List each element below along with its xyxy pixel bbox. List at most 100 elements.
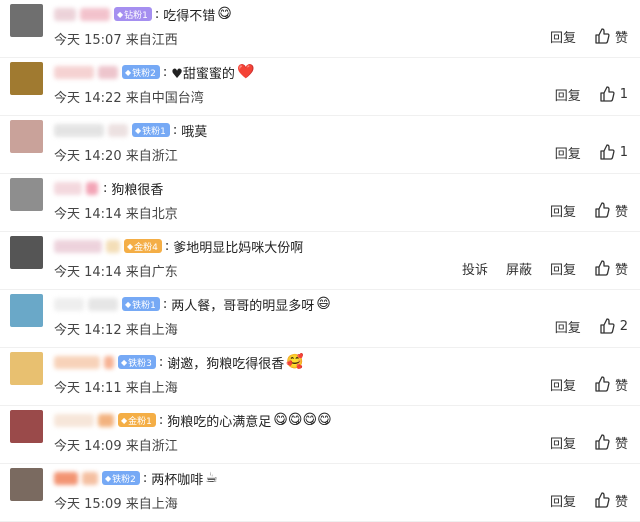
fan-badge[interactable]: ◆ 金粉4	[124, 239, 162, 253]
like-button[interactable]: 2	[599, 318, 628, 334]
comment-item: ◆ 金粉4 : 爹地明显比妈咪大份啊 今天 14:14 来自广东 投诉 屏蔽 回复 …	[0, 232, 640, 290]
thumbs-up-icon	[595, 28, 610, 44]
fan-badge[interactable]: ◆ 铁粉3	[118, 355, 156, 369]
timestamp: 今天 14:20	[54, 149, 122, 164]
reply-button[interactable]: 回复	[550, 375, 576, 394]
username-redacted[interactable]	[54, 65, 94, 79]
like-count: 1	[619, 144, 628, 160]
comment-item: ◆ 铁粉1 : 两人餐，哥哥的明显多呀 😄 今天 14:12 来自上海 回复 2	[0, 290, 640, 348]
thumbs-up-icon	[595, 376, 610, 392]
avatar[interactable]	[10, 236, 43, 269]
comment-item: ◆ 钻粉1 : 吃得不错 😋 今天 15:07 来自江西 回复 赞	[0, 0, 640, 58]
emoji: ❤️	[236, 64, 255, 80]
reply-button[interactable]: 回复	[550, 259, 576, 278]
colon: :	[154, 6, 160, 22]
reply-button[interactable]: 回复	[555, 317, 581, 336]
comment-line: : 狗粮很香	[54, 178, 165, 198]
comment-line: ◆ 金粉1 : 狗粮吃的心满意足 😋😋😋😋	[54, 410, 332, 430]
colon: :	[164, 238, 170, 254]
thumbs-up-icon	[595, 492, 610, 508]
username-redacted[interactable]	[106, 239, 120, 253]
emoji: ☕	[205, 470, 218, 486]
fan-badge[interactable]: ◆ 钻粉1	[114, 7, 152, 21]
avatar[interactable]	[10, 120, 43, 153]
like-button[interactable]: 赞	[594, 433, 628, 452]
reply-button[interactable]: 回复	[550, 433, 576, 452]
username-redacted[interactable]	[108, 123, 128, 137]
comment-actions: 回复 2	[537, 316, 628, 336]
comment-text: 谢邀，狗粮吃得很香	[167, 356, 285, 372]
comment-meta: 今天 14:14 来自广东	[54, 261, 178, 280]
username-redacted[interactable]	[54, 471, 78, 485]
username-redacted[interactable]	[80, 7, 110, 21]
username-redacted[interactable]	[54, 355, 100, 369]
comment-text: 狗粮吃的心满意足	[167, 414, 272, 430]
avatar[interactable]	[10, 178, 43, 211]
emoji: 😄	[316, 296, 331, 312]
avatar[interactable]	[10, 62, 43, 95]
thumbs-up-icon	[595, 202, 610, 218]
report-button[interactable]: 投诉	[462, 259, 488, 278]
username-redacted[interactable]	[98, 413, 114, 427]
username-redacted[interactable]	[54, 181, 82, 195]
colon: :	[158, 412, 164, 428]
comment-item: ◆ 铁粉3 : 谢邀，狗粮吃得很香 🥰 今天 14:11 来自上海 回复 赞	[0, 348, 640, 406]
colon: :	[172, 122, 178, 138]
comment-line: ◆ 铁粉1 : 两人餐，哥哥的明显多呀 😄	[54, 294, 331, 314]
avatar[interactable]	[10, 294, 43, 327]
username-redacted[interactable]	[54, 123, 104, 137]
comment-actions: 回复 赞	[532, 374, 628, 394]
reply-button[interactable]: 回复	[550, 201, 576, 220]
comment-list: ◆ 钻粉1 : 吃得不错 😋 今天 15:07 来自江西 回复 赞 ◆ 铁粉2 : …	[0, 0, 640, 522]
fan-badge[interactable]: ◆ 铁粉2	[122, 65, 160, 79]
comment-line: ◆ 铁粉3 : 谢邀，狗粮吃得很香 🥰	[54, 352, 304, 372]
fan-badge[interactable]: ◆ 铁粉1	[122, 297, 160, 311]
reply-button[interactable]: 回复	[555, 143, 581, 162]
reply-button[interactable]: 回复	[550, 491, 576, 510]
like-button[interactable]: 赞	[594, 375, 628, 394]
username-redacted[interactable]	[88, 297, 118, 311]
fan-badge[interactable]: ◆ 金粉1	[118, 413, 156, 427]
comment-line: ◆ 铁粉2 : ♥甜蜜蜜的 ❤️	[54, 62, 254, 82]
like-button[interactable]: 赞	[594, 491, 628, 510]
like-count: 赞	[614, 494, 628, 510]
comment-item: ◆ 铁粉1 : 哦莫 今天 14:20 来自浙江 回复 1	[0, 116, 640, 174]
comment-meta: 今天 14:22 来自中国台湾	[54, 87, 204, 106]
avatar[interactable]	[10, 410, 43, 443]
thumbs-up-icon	[600, 318, 615, 334]
username-redacted[interactable]	[54, 413, 94, 427]
like-button[interactable]: 1	[599, 144, 628, 160]
avatar[interactable]	[10, 468, 43, 501]
location: 来自广东	[125, 265, 178, 280]
avatar[interactable]	[10, 4, 43, 37]
comment-meta: 今天 14:11 来自上海	[54, 377, 178, 396]
fan-badge[interactable]: ◆ 铁粉2	[102, 471, 140, 485]
comment-actions: 投诉 屏蔽 回复 赞	[444, 258, 628, 278]
block-button[interactable]: 屏蔽	[506, 259, 532, 278]
reply-button[interactable]: 回复	[550, 27, 576, 46]
username-redacted[interactable]	[54, 7, 76, 21]
like-count: 赞	[614, 30, 628, 46]
username-redacted[interactable]	[104, 355, 114, 369]
comment-meta: 今天 14:09 来自浙江	[54, 435, 178, 454]
timestamp: 今天 14:14	[54, 265, 122, 280]
comment-line: ◆ 金粉4 : 爹地明显比妈咪大份啊	[54, 236, 305, 256]
like-button[interactable]: 赞	[594, 259, 628, 278]
like-button[interactable]: 赞	[594, 27, 628, 46]
username-redacted[interactable]	[98, 65, 118, 79]
location: 来自浙江	[125, 149, 178, 164]
reply-button[interactable]: 回复	[555, 85, 581, 104]
like-button[interactable]: 1	[599, 86, 628, 102]
username-redacted[interactable]	[54, 297, 84, 311]
username-redacted[interactable]	[82, 471, 98, 485]
fan-badge[interactable]: ◆ 铁粉1	[132, 123, 170, 137]
username-redacted[interactable]	[86, 181, 98, 195]
timestamp: 今天 14:09	[54, 439, 122, 454]
emoji: 🥰	[286, 354, 304, 370]
timestamp: 今天 15:09	[54, 497, 122, 512]
comment-meta: 今天 15:09 来自上海	[54, 493, 178, 512]
avatar[interactable]	[10, 352, 43, 385]
like-button[interactable]: 赞	[594, 201, 628, 220]
username-redacted[interactable]	[54, 239, 102, 253]
emoji: 😋	[217, 6, 232, 22]
